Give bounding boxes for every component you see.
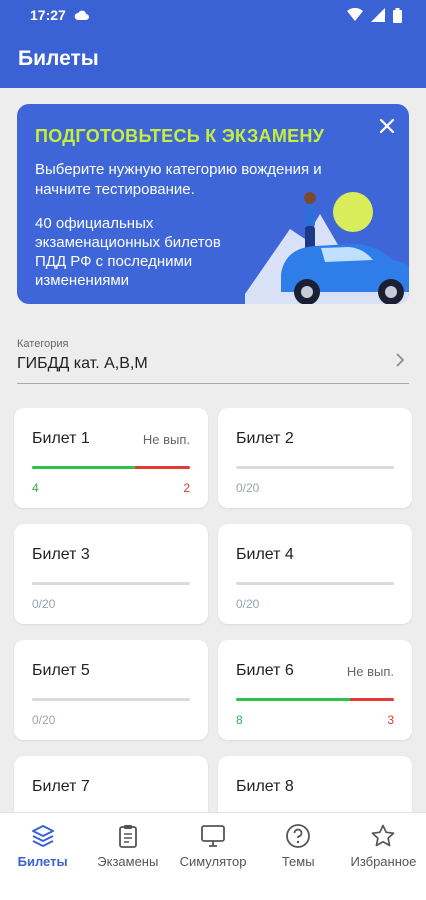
nav-topics[interactable]: Темы: [256, 813, 341, 878]
ticket-wrong-count: 2: [183, 481, 190, 495]
ticket-wrong-count: 3: [387, 713, 394, 727]
ticket-card[interactable]: Билет 2 0/20: [218, 408, 412, 508]
status-bar: 17:27: [0, 0, 426, 30]
category-value: ГИБДД кат. А,В,М: [17, 355, 148, 372]
nav-simulator[interactable]: Симулятор: [170, 813, 255, 878]
signal-icon: [371, 8, 385, 22]
ticket-progress-count: 0/20: [32, 597, 56, 611]
bottom-navigation: Билеты Экзамены Симулятор Темы Избранное: [0, 812, 426, 878]
banner-subtext: 40 официальных экзаменационных билетов П…: [35, 215, 221, 289]
monitor-icon: [201, 824, 225, 847]
ticket-status: Не вып.: [346, 664, 394, 679]
ticket-name: Билет 4: [236, 546, 294, 563]
battery-icon: [393, 7, 402, 23]
ticket-card[interactable]: Билет 5 0/20: [14, 640, 208, 740]
ticket-card[interactable]: Билет 6 Не вып. 8 3: [218, 640, 412, 740]
ticket-card[interactable]: Билет 4 0/20: [218, 524, 412, 624]
ticket-progress-bar: [236, 466, 394, 469]
ticket-progress-bar: [32, 698, 190, 701]
car-illustration-icon: [245, 192, 409, 304]
ticket-name: Билет 5: [32, 662, 90, 679]
nav-favorites[interactable]: Избранное: [341, 813, 426, 878]
status-time: 17:27: [30, 7, 66, 23]
ticket-name: Билет 1: [32, 430, 90, 447]
close-icon[interactable]: [377, 116, 397, 136]
ticket-progress-bar: [32, 582, 190, 585]
ticket-name: Билет 3: [32, 546, 90, 563]
ticket-card[interactable]: Билет 3 0/20: [14, 524, 208, 624]
system-nav-area: [0, 878, 426, 900]
nav-exams[interactable]: Экзамены: [85, 813, 170, 878]
chevron-right-icon: [396, 353, 405, 367]
ticket-correct-count: 4: [32, 481, 39, 495]
nav-label: Билеты: [17, 853, 68, 869]
banner-title: ПОДГОТОВЬТЕСЬ К ЭКЗАМЕНУ: [35, 126, 325, 146]
wifi-icon: [347, 8, 363, 21]
cloud-icon: [74, 10, 89, 20]
clipboard-icon: [118, 824, 137, 848]
ticket-name: Билет 2: [236, 430, 294, 447]
ticket-correct-count: 8: [236, 713, 243, 727]
ticket-name: Билет 7: [32, 778, 90, 795]
ticket-progress-count: 0/20: [32, 713, 56, 727]
star-icon: [372, 824, 395, 846]
nav-label: Симулятор: [179, 853, 247, 869]
question-icon: [286, 823, 311, 848]
ticket-progress-bar: [32, 466, 190, 469]
category-selector[interactable]: Категория ГИБДД кат. А,В,М: [17, 338, 409, 384]
ticket-name: Билет 6: [236, 662, 294, 679]
layers-icon: [31, 824, 54, 847]
nav-label: Темы: [281, 853, 315, 869]
app-bar: Билеты: [0, 30, 426, 88]
category-label: Категория: [17, 338, 69, 350]
promo-banner: ПОДГОТОВЬТЕСЬ К ЭКЗАМЕНУ Выберите нужную…: [17, 104, 409, 304]
nav-label: Избранное: [350, 853, 417, 869]
nav-tickets[interactable]: Билеты: [0, 813, 85, 878]
ticket-card[interactable]: Билет 1 Не вып. 4 2: [14, 408, 208, 508]
nav-label: Экзамены: [97, 853, 159, 869]
ticket-progress-bar: [236, 582, 394, 585]
ticket-progress-count: 0/20: [236, 481, 260, 495]
ticket-name: Билет 8: [236, 778, 294, 795]
page-title: Билеты: [18, 47, 99, 70]
ticket-progress-bar: [236, 698, 394, 701]
ticket-status: Не вып.: [142, 432, 190, 447]
ticket-progress-count: 0/20: [236, 597, 260, 611]
